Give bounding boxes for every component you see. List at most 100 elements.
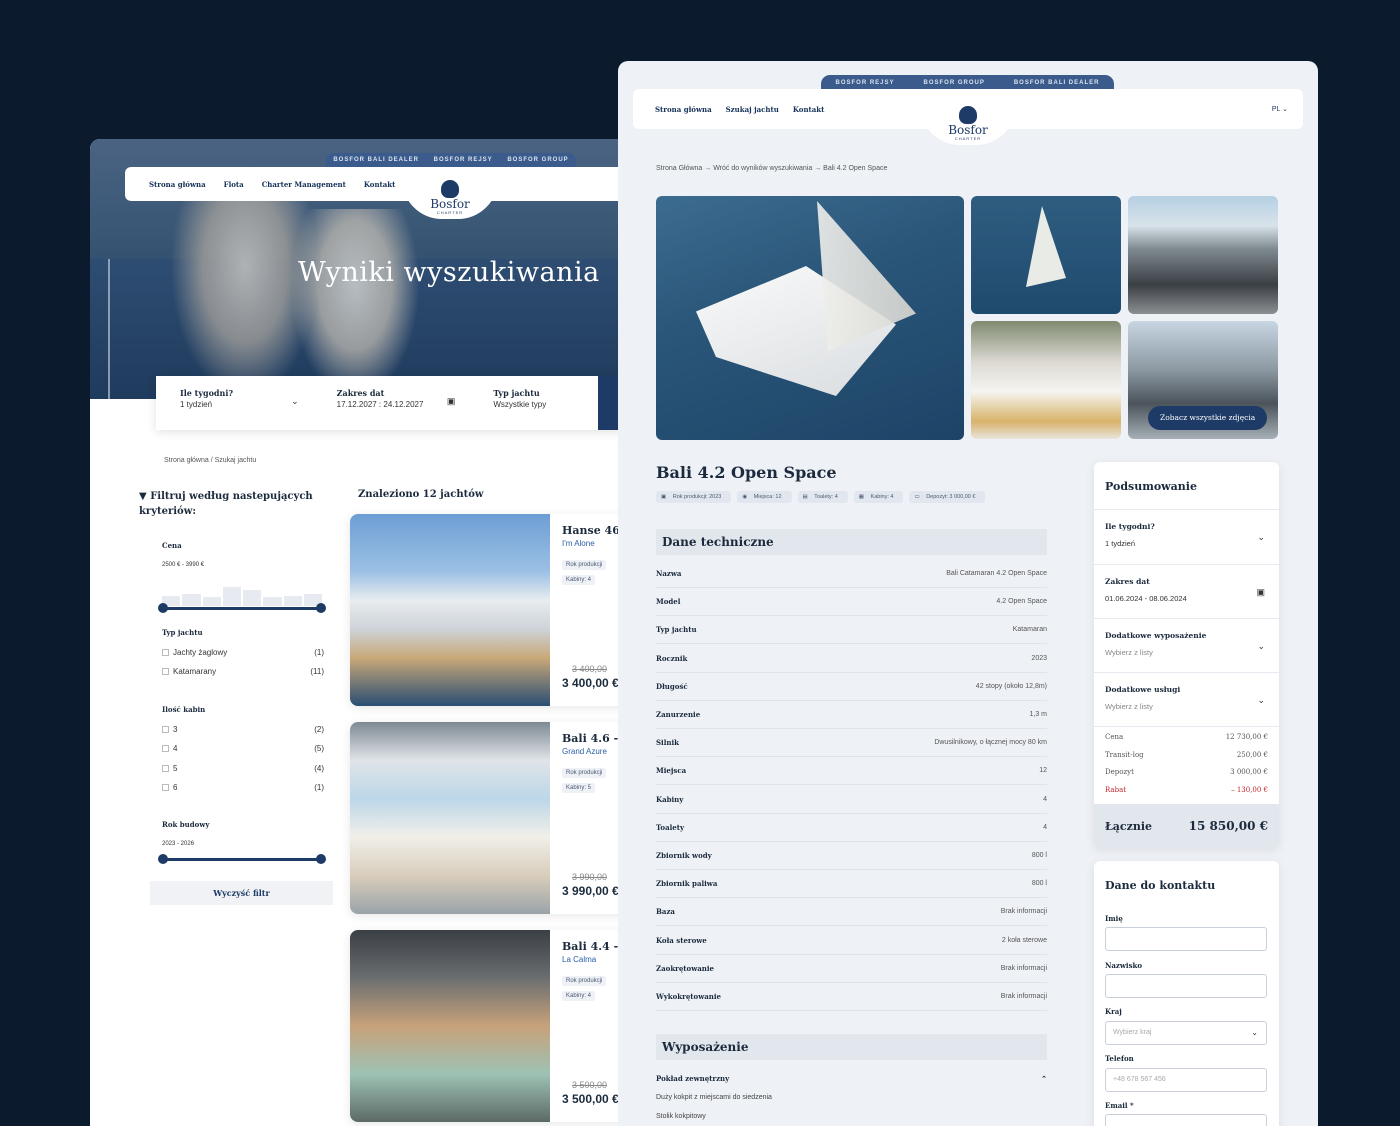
date-range-field[interactable]: Zakres dat 17.12.2027 : 24.12.2027 ▣	[313, 376, 470, 430]
checkbox[interactable]	[162, 649, 169, 657]
logo-sub: CHARTER	[954, 136, 982, 141]
topbar-link[interactable]: BOSFOR GROUP	[923, 80, 984, 86]
yacht-card[interactable]: Bali 4.6 - 5 Grand Azure Rok produkcji K…	[350, 722, 650, 914]
histogram-bar	[263, 597, 282, 606]
topbar-link[interactable]: BOSFOR REJSY	[434, 157, 493, 163]
breadcrumb[interactable]: Strona Główna → Wróć do wyników wyszukiw…	[656, 165, 887, 172]
yacht-card[interactable]: Hanse 460 I'm Alone Rok produkcji Kabiny…	[350, 514, 650, 706]
email-field[interactable]	[1105, 1114, 1267, 1126]
surname-field[interactable]	[1105, 974, 1267, 998]
equipment-group-label: Pokład zewnętrzny	[656, 1074, 730, 1083]
old-price: 3 500,00	[572, 1080, 608, 1090]
first-name-field[interactable]	[1105, 927, 1267, 951]
yacht-subtitle: La Calma	[562, 955, 597, 964]
spec-value: Katamaran	[1012, 626, 1047, 634]
main-yacht-photo[interactable]	[656, 196, 964, 440]
spec-key: Toalety	[656, 822, 685, 832]
spec-row: Wykokrętowanie Brak informacji	[656, 983, 1047, 1011]
spec-value: 4	[1043, 795, 1047, 803]
option-count: (5)	[314, 744, 324, 753]
spec-key: Silnik	[656, 738, 679, 748]
spec-row: Zanurzenie 1,3 m	[656, 701, 1047, 729]
nav-fleet[interactable]: Flota	[224, 180, 244, 189]
gallery-photo[interactable]	[971, 321, 1121, 439]
topbar-link[interactable]: BOSFOR BALI DEALER	[333, 157, 419, 163]
weeks-select[interactable]: Ile tygodni? 1 tydzień ⌄	[156, 376, 313, 430]
spec-value: 42 stopy (około 12,8m)	[975, 682, 1047, 690]
extra-services-select[interactable]: Dodatkowe usługi Wybierz z listy ⌄	[1094, 672, 1279, 726]
checkbox[interactable]	[162, 784, 169, 792]
price-line: Transit-log 250,00 €	[1105, 751, 1268, 759]
view-all-photos-button[interactable]: Zobacz wszystkie zdjęcia	[1148, 406, 1268, 430]
checkbox[interactable]	[162, 745, 169, 753]
equipment-group-toggle[interactable]: Pokład zewnętrzny ⌃	[656, 1074, 1047, 1083]
spec-key: Baza	[656, 907, 675, 917]
clear-filter-button[interactable]: Wyczyść filtr	[150, 881, 333, 905]
topbar-link[interactable]: BOSFOR BALI DEALER	[1014, 80, 1100, 86]
histogram-bar	[222, 586, 241, 606]
filter-option[interactable]: 6 (1)	[162, 783, 324, 792]
nav-contact[interactable]: Kontakt	[793, 105, 825, 114]
weeks-select[interactable]: Ile tygodni? 1 tydzień ⌄	[1094, 509, 1279, 563]
spec-value: 800 l	[1031, 880, 1047, 888]
nav-home[interactable]: Strona główna	[149, 180, 206, 189]
price-slider[interactable]	[158, 603, 326, 613]
spec-key: Rocznik	[656, 653, 688, 663]
hero-banner: BOSFOR BALI DEALER BOSFOR REJSY BOSFOR G…	[90, 139, 650, 399]
breadcrumb[interactable]: Strona główna / Szukaj jachtu	[164, 457, 256, 464]
histogram-bar	[202, 597, 221, 606]
filter-option[interactable]: Jachty żaglowy (1)	[162, 648, 324, 657]
nav-charter-management[interactable]: Charter Management	[262, 180, 346, 189]
spec-value: 4	[1043, 823, 1047, 831]
option-label: 5	[173, 764, 178, 773]
contact-card: Dane do kontaktu Imię Nazwisko Kraj Wybi…	[1094, 861, 1279, 1126]
price: 3 990,00 €	[562, 884, 619, 898]
date-range-field[interactable]: Zakres dat 01.06.2024 - 08.06.2024 ▣	[1094, 564, 1279, 618]
spec-row: Model 4.2 Open Space	[656, 588, 1047, 617]
extra-equipment-value: Wybierz z listy	[1105, 648, 1153, 657]
filter-option[interactable]: 3 (2)	[162, 725, 324, 734]
year-slider[interactable]	[158, 854, 326, 864]
chip-text: Depozyt: 3 000,00 €	[921, 491, 981, 503]
checkbox[interactable]	[162, 668, 169, 676]
nav-home[interactable]: Strona główna	[655, 105, 712, 114]
filter-option[interactable]: 4 (5)	[162, 744, 324, 753]
equipment-heading: Wyposażenie	[656, 1034, 1047, 1060]
total-value: 15 850,00 €	[1188, 819, 1268, 833]
language-select[interactable]: PL ⌄	[1272, 105, 1288, 113]
option-label: 6	[173, 783, 178, 792]
yacht-detail-page: BOSFOR REJSY BOSFOR GROUP BOSFOR BALI DE…	[618, 61, 1318, 1126]
country-select[interactable]: Wybierz kraj ⌄	[1105, 1021, 1267, 1045]
option-label: Jachty żaglowy	[173, 648, 228, 657]
line-value: 250,00 €	[1236, 751, 1268, 759]
captain-logo-icon	[959, 106, 977, 124]
chevron-down-icon: ⌄	[1282, 106, 1288, 113]
yacht-subtitle: I'm Alone	[562, 539, 595, 548]
checkbox[interactable]	[162, 765, 169, 773]
filter-option[interactable]: 5 (4)	[162, 764, 324, 773]
line-label: Depozyt	[1105, 768, 1134, 776]
spec-key: Model	[656, 597, 681, 607]
seats-chip: ◉ Miejsca: 12	[737, 491, 792, 503]
checkbox[interactable]	[162, 726, 169, 734]
filter-title-text: Filtruj według nastepujących kryteriów:	[139, 491, 313, 517]
line-value: – 130,00 €	[1231, 786, 1268, 794]
nav-contact[interactable]: Kontakt	[364, 180, 396, 189]
year-tag: Rok produkcji	[562, 976, 607, 986]
line-label: Transit-log	[1105, 751, 1144, 759]
phone-field[interactable]: +48 678 567 456	[1105, 1068, 1267, 1092]
logo[interactable]: Bosfor CHARTER	[920, 91, 1016, 145]
topbar-link[interactable]: BOSFOR REJSY	[835, 80, 894, 86]
spec-key: Wykokrętowanie	[656, 992, 721, 1001]
extra-services-value: Wybierz z listy	[1105, 702, 1153, 711]
extra-equipment-select[interactable]: Dodatkowe wyposażenie Wybierz z listy ⌄	[1094, 618, 1279, 672]
topbar-link[interactable]: BOSFOR GROUP	[507, 157, 568, 163]
yacht-chips: ▣ Rok produkcji: 2023 ◉ Miejsca: 12 ▤ To…	[656, 491, 986, 503]
yacht-card[interactable]: Bali 4.4 - 4 La Calma Rok produkcji Kabi…	[350, 930, 650, 1122]
filter-option[interactable]: Katamarany (11)	[162, 667, 324, 676]
hero-person	[290, 209, 420, 399]
nav-search[interactable]: Szukaj jachtu	[726, 105, 779, 114]
option-count: (4)	[314, 764, 324, 773]
gallery-photo[interactable]	[1128, 196, 1278, 314]
gallery-photo[interactable]	[971, 196, 1121, 314]
